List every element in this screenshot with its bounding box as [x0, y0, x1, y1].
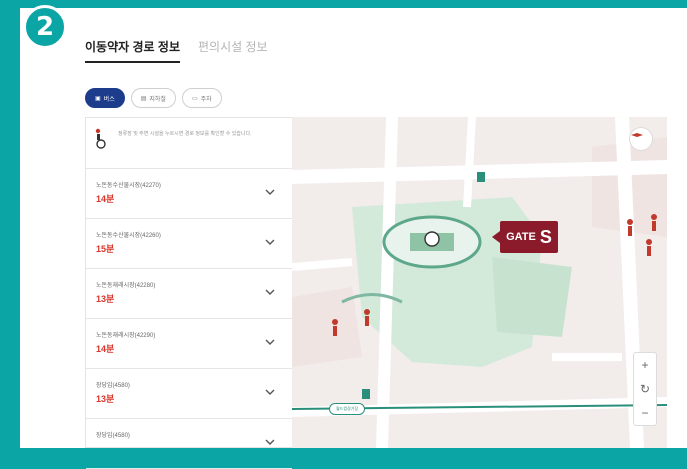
gate-letter: S: [539, 226, 552, 247]
chevron-down-icon[interactable]: [264, 436, 276, 448]
parking-chip[interactable]: ▭ 주차: [181, 88, 222, 108]
elevator-icon: [362, 389, 370, 399]
restroom-icon: [477, 172, 485, 182]
bus-chip-label: 버스: [103, 96, 115, 103]
route-list-panel: 정류장 및 주변 시설을 누르시면 경로 정보를 확인할 수 있습니다. 노돈동…: [85, 117, 292, 469]
route-item[interactable]: 노돈동수산물시장(42260) 15분: [86, 219, 292, 269]
route-time: 15분: [96, 244, 115, 254]
route-name: 장당입(4580): [96, 383, 130, 389]
route-item[interactable]: 노돈동재래시장(42290) 14분: [86, 319, 292, 369]
wheelchair-pin: [646, 239, 652, 256]
notice-text: 정류장 및 주변 시설을 누르시면 경로 정보를 확인할 수 있습니다.: [118, 131, 252, 137]
subway-chip[interactable]: ▤ 지하철: [130, 88, 176, 108]
route-item[interactable]: 노돈동재래시장(42280) 13분: [86, 269, 292, 319]
route-time: 14분: [96, 194, 115, 204]
car-icon: ▭: [191, 95, 198, 102]
subway-icon: ▤: [140, 95, 147, 102]
wheelchair-user-icon: [95, 128, 106, 149]
route-item[interactable]: 장당입(4580): [86, 419, 292, 469]
tab-facilities[interactable]: 편의시설 정보: [198, 38, 268, 63]
route-name: 노돈동재래시장(42290): [96, 333, 156, 339]
route-item[interactable]: 장당입(4580) 13분: [86, 369, 292, 419]
road: [376, 117, 398, 448]
chevron-down-icon[interactable]: [264, 286, 276, 298]
tab-bar: 이동약자 경로 정보 편의시설 정보: [85, 38, 268, 63]
gate-s-marker[interactable]: GATE S: [492, 221, 558, 253]
compass-button[interactable]: [629, 127, 653, 151]
step-badge: 2: [23, 5, 67, 49]
chevron-down-icon[interactable]: [264, 236, 276, 248]
map-canvas: [292, 117, 667, 448]
park-area: [492, 257, 572, 337]
route-name: 노돈동재래시장(42280): [96, 283, 156, 289]
parking-chip-label: 주차: [200, 96, 212, 103]
stadium-marker: [424, 231, 440, 247]
station-label[interactable]: 월드컵경기장: [329, 403, 366, 415]
route-name: 장당입(4580): [96, 433, 130, 439]
gate-label: GATE: [506, 231, 536, 243]
route-map[interactable]: GATE S 월드컵경기장 + ↻ −: [292, 117, 667, 448]
zoom-controls: + ↻ −: [633, 352, 657, 426]
compass-icon: [631, 133, 643, 137]
road: [463, 117, 476, 208]
chevron-down-icon[interactable]: [264, 186, 276, 198]
bus-icon: ▣: [95, 95, 101, 102]
transport-filter: ▣ 버스 ▤ 지하철 ▭ 주차: [85, 88, 222, 108]
notice-box: 정류장 및 주변 시설을 누르시면 경로 정보를 확인할 수 있습니다.: [86, 118, 292, 169]
reset-view-button[interactable]: ↻: [640, 382, 650, 396]
route-name: 노돈동수산물시장(42270): [96, 183, 161, 189]
chevron-down-icon[interactable]: [264, 336, 276, 348]
zoom-out-button[interactable]: −: [641, 406, 648, 420]
route-time: 13분: [96, 294, 115, 304]
bus-chip[interactable]: ▣ 버스: [85, 88, 125, 108]
route-time: 14분: [96, 344, 115, 354]
road: [292, 258, 353, 271]
zoom-in-button[interactable]: +: [641, 358, 648, 372]
route-time: 13분: [96, 394, 115, 404]
route-item[interactable]: 노돈동수산물시장(42270) 14분: [86, 169, 292, 219]
subway-chip-label: 지하철: [149, 96, 166, 103]
tab-mobility-route[interactable]: 이동약자 경로 정보: [85, 38, 180, 63]
chevron-down-icon[interactable]: [264, 386, 276, 398]
route-name: 노돈동수산물시장(42260): [96, 233, 161, 239]
